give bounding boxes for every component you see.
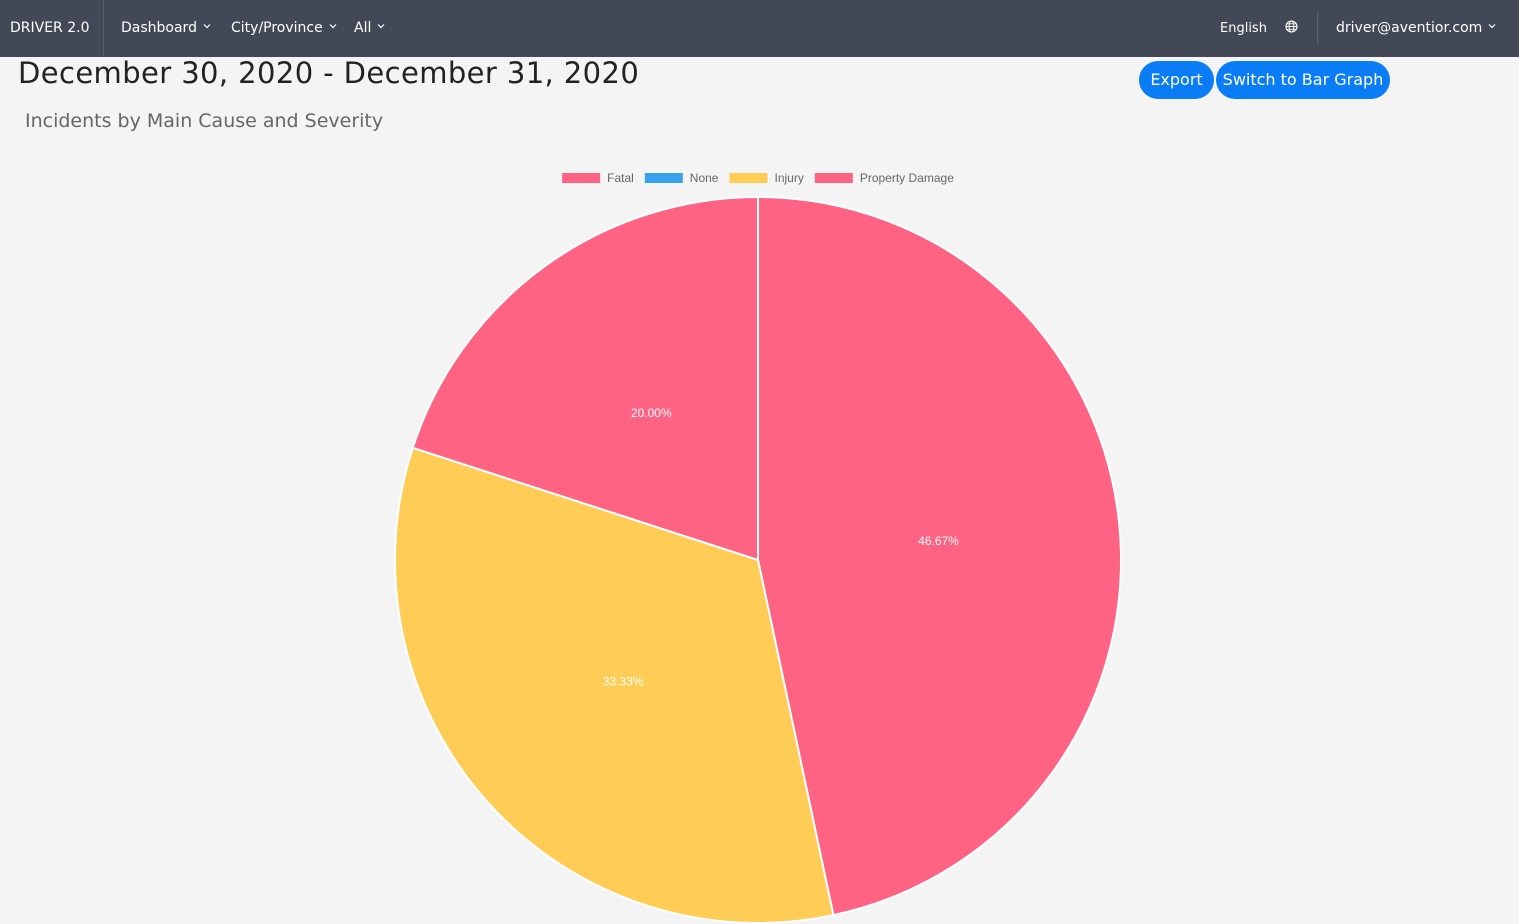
chart-subtitle: Incidents by Main Cause and Severity: [25, 110, 384, 132]
chevron-down-icon: [203, 24, 211, 29]
pie-slice-injury[interactable]: [394, 446, 835, 924]
legend-label-fatal[interactable]: Fatal: [607, 171, 634, 185]
nav-menu-city-province[interactable]: City/Province: [231, 0, 337, 57]
nav-menu-all-label: All: [354, 20, 372, 36]
export-button[interactable]: Export: [1139, 61, 1214, 99]
user-menu[interactable]: driver@aventior.com: [1336, 0, 1496, 57]
nav-menu-dashboard[interactable]: Dashboard: [121, 0, 211, 57]
globe-icon: [1285, 20, 1298, 33]
brand-logo[interactable]: DRIVER 2.0: [0, 0, 104, 57]
navbar-divider: [1317, 12, 1318, 44]
pie-slice-label-injury: 33.33%: [603, 674, 644, 688]
pie-slice-fatal[interactable]: [411, 195, 759, 562]
legend-label-property-damage[interactable]: Property Damage: [860, 171, 954, 185]
legend-label-none[interactable]: None: [690, 171, 719, 185]
switch-to-bar-graph-button[interactable]: Switch to Bar Graph: [1216, 61, 1390, 99]
nav-menu-all[interactable]: All: [354, 0, 385, 57]
date-range-title: December 30, 2020 - December 31, 2020: [18, 56, 640, 90]
legend-swatch-property-damage[interactable]: [814, 173, 853, 183]
top-navbar: DRIVER 2.0 Dashboard City/Province All E…: [0, 0, 1519, 57]
pie-chart: Fatal None Injury Property Damage 46.67% 33.3…: [394, 171, 1122, 924]
legend-swatch-fatal[interactable]: [562, 173, 601, 183]
legend-label-injury[interactable]: Injury: [774, 171, 803, 185]
language-selector[interactable]: English: [1220, 0, 1298, 57]
pie-slice-property-damage[interactable]: [757, 195, 1122, 917]
legend-swatch-injury[interactable]: [729, 173, 768, 183]
pie-slice-label-fatal: 20.00%: [631, 406, 672, 420]
pie-slice-label-property-damage: 46.67%: [918, 534, 959, 548]
chevron-down-icon: [329, 24, 337, 29]
chevron-down-icon: [1488, 24, 1496, 29]
chevron-down-icon: [377, 24, 385, 29]
user-email: driver@aventior.com: [1336, 20, 1483, 36]
nav-menu-dashboard-label: Dashboard: [121, 20, 197, 36]
nav-menu-city-province-label: City/Province: [231, 20, 323, 36]
legend-swatch-none[interactable]: [644, 173, 683, 183]
language-label: English: [1220, 21, 1267, 36]
